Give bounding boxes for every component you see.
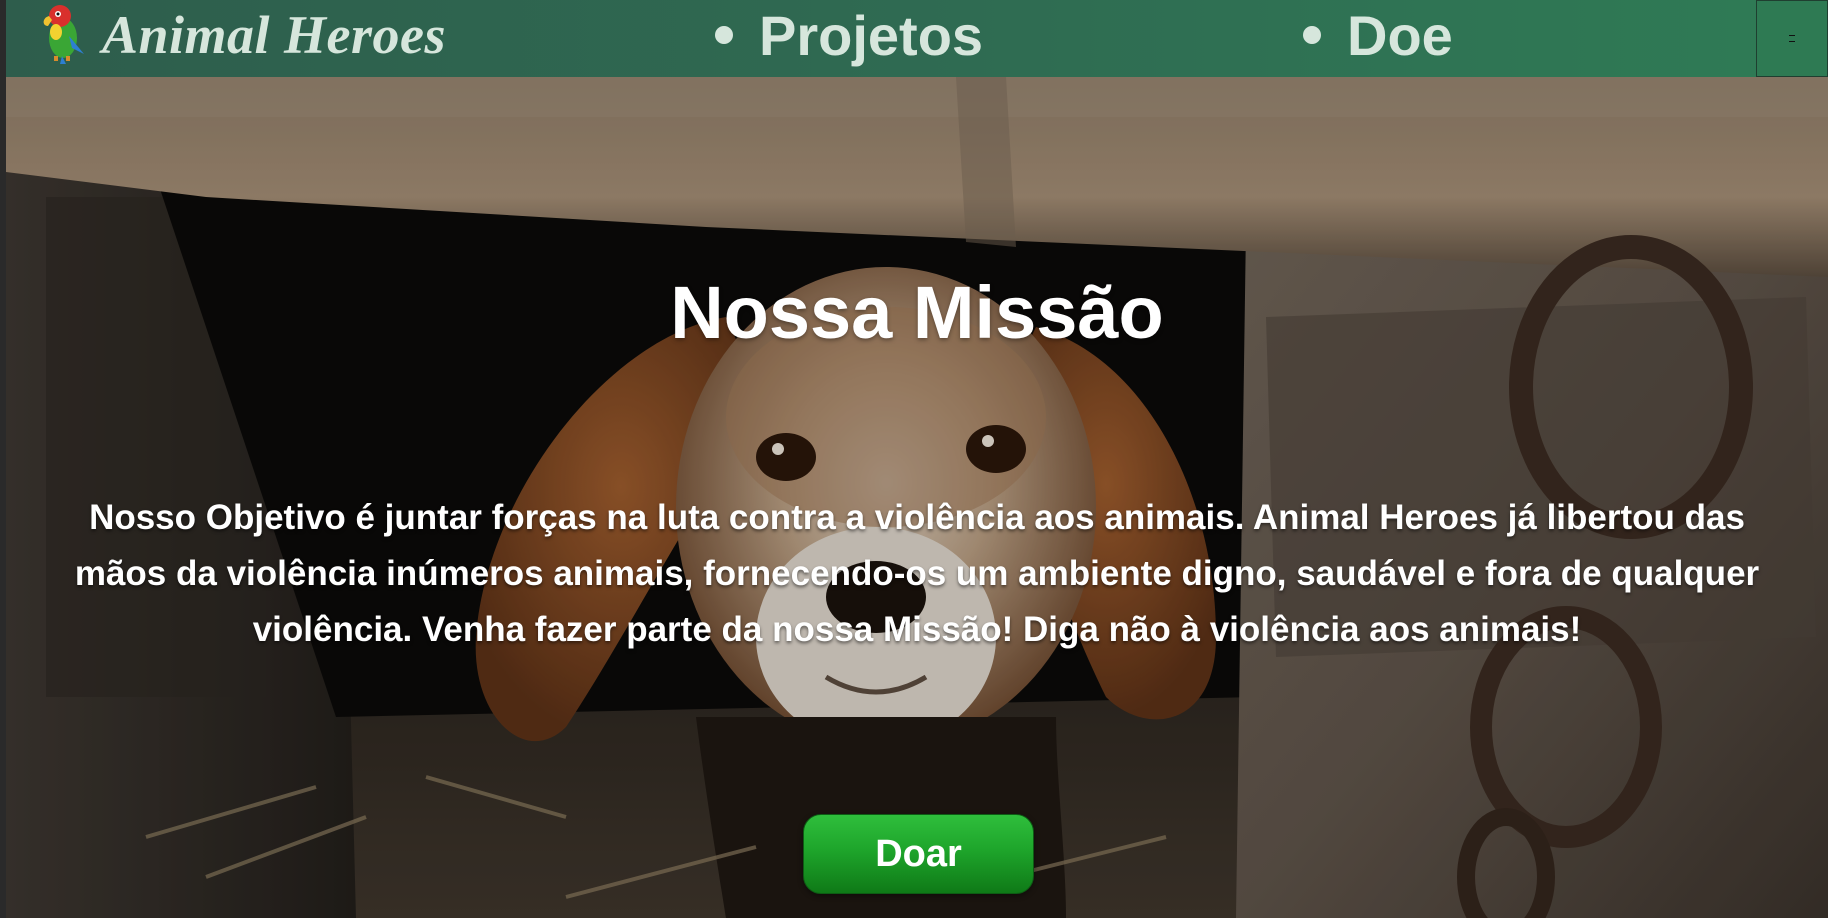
- hero-section: Nossa Missão Nosso Objetivo é juntar for…: [6, 0, 1828, 918]
- nav-link-doe[interactable]: Doe: [1303, 0, 1453, 70]
- bullet-icon: [1303, 26, 1321, 44]
- navbar: Animal Heroes Projetos Doe: [6, 0, 1756, 77]
- nav-link-label: Doe: [1347, 3, 1453, 67]
- brand-name: Animal Heroes: [102, 5, 447, 65]
- menu-toggle-button[interactable]: [1756, 0, 1828, 77]
- hamburger-menu-icon: [1789, 35, 1795, 42]
- page: Animal Heroes Projetos Doe Nossa Missão …: [0, 0, 1828, 918]
- parrot-icon: [36, 2, 90, 69]
- donate-button[interactable]: Doar: [803, 814, 1034, 894]
- nav-link-label: Projetos: [759, 3, 984, 67]
- mission-text: Nosso Objetivo é juntar forças na luta c…: [74, 498, 1760, 649]
- mission-title: Nossa Missão: [670, 271, 1164, 354]
- brand[interactable]: Animal Heroes: [36, 0, 446, 70]
- bullet-icon: [715, 26, 733, 44]
- nav-link-projetos[interactable]: Projetos: [715, 0, 983, 70]
